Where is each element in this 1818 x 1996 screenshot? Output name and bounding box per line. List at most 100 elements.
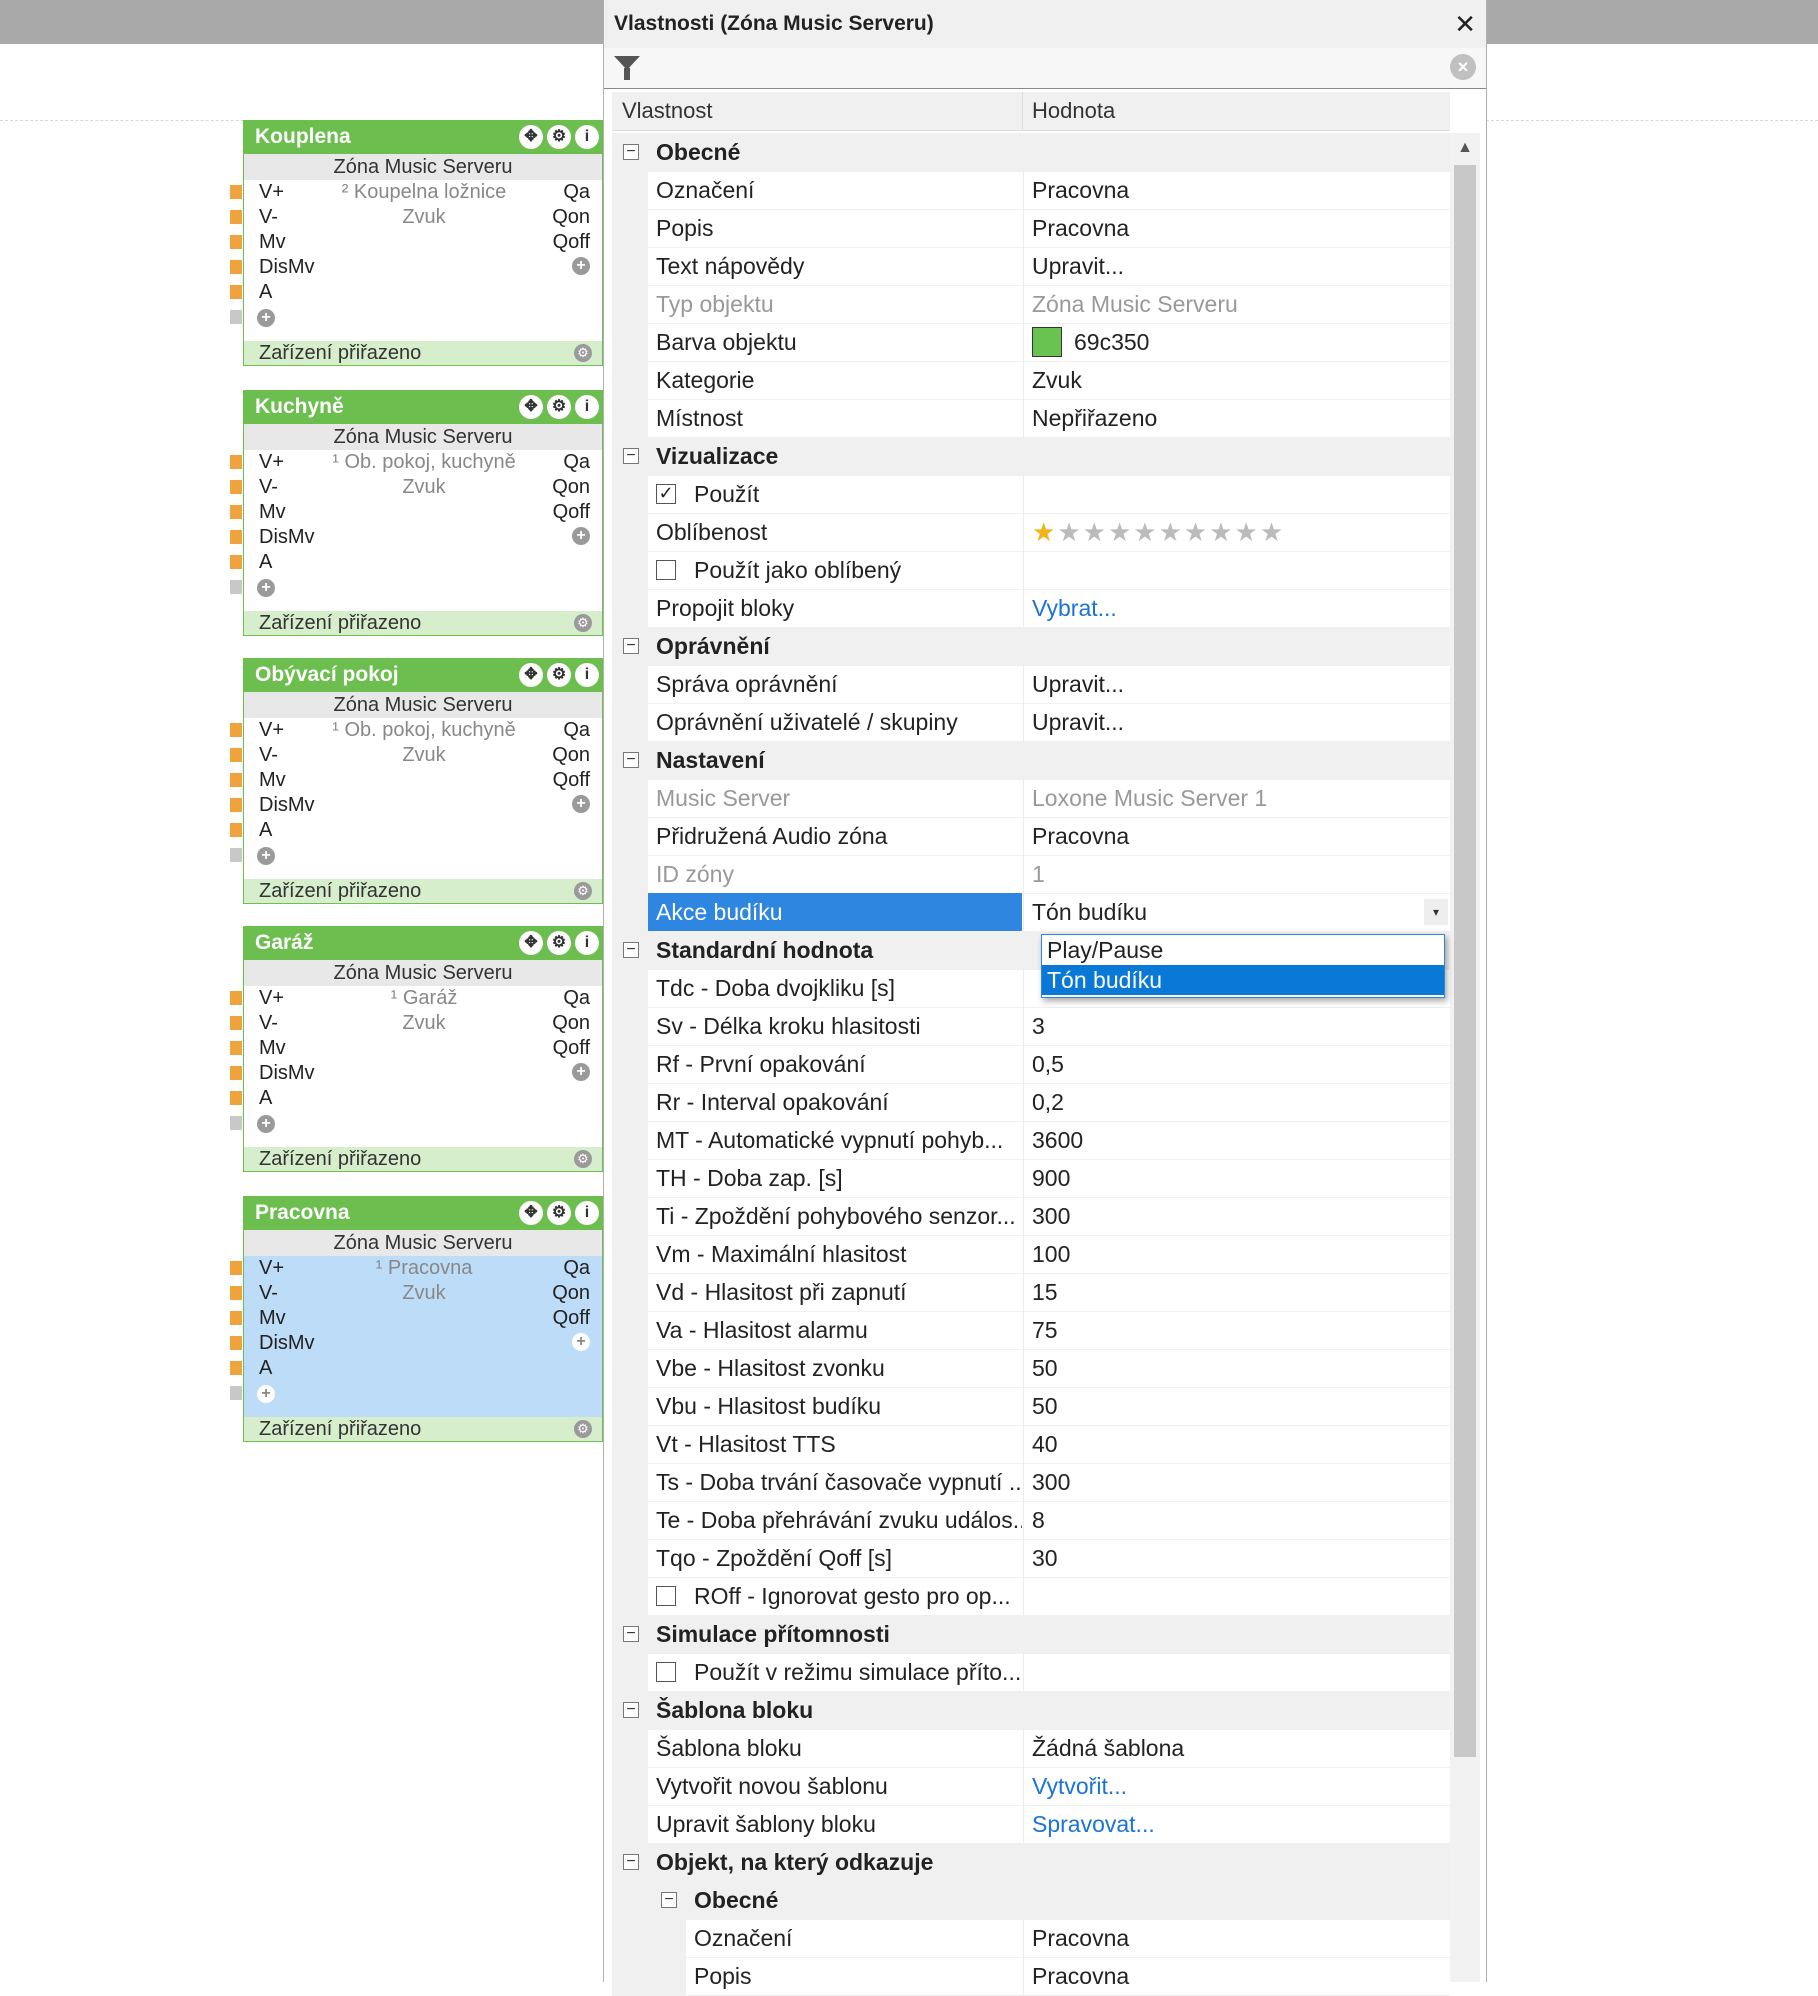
collapse-toggle-icon[interactable]: − (623, 638, 639, 654)
block-input-a[interactable]: A (259, 1356, 272, 1380)
property-value[interactable]: Vybrat... (1023, 589, 1450, 627)
block-footer[interactable]: Zařízení přiřazeno ⚙ (244, 1417, 602, 1441)
property-value[interactable] (1023, 1653, 1450, 1691)
star-icon[interactable]: ★ (1057, 517, 1082, 547)
block-input-dismv[interactable]: DisMv (259, 255, 315, 279)
property-row[interactable]: Použít v režimu simulace příto... (612, 1653, 1450, 1692)
input-connector[interactable] (230, 773, 242, 787)
block-output-qon[interactable]: Qon (552, 1281, 590, 1305)
settings-icon[interactable]: ⚙ (547, 931, 571, 955)
block-footer[interactable]: Zařízení přiřazeno ⚙ (244, 879, 602, 903)
property-row[interactable]: Popis Pracovna (612, 209, 1450, 248)
column-header-property[interactable]: Vlastnost (622, 92, 713, 130)
info-icon[interactable]: i (575, 395, 599, 419)
property-value[interactable] (1023, 551, 1450, 589)
block-input-dismv[interactable]: DisMv (259, 525, 315, 549)
function-block[interactable]: Garáž ✥ ⚙ i Zóna Music Serveru V+ V- Mv DisMv A ¹ … (230, 926, 603, 1173)
block-input-vminus[interactable]: V- (259, 205, 278, 229)
property-row[interactable]: Správa oprávnění Upravit... (612, 665, 1450, 704)
block-input-mv[interactable]: Mv (259, 768, 286, 792)
property-value[interactable]: 1 (1023, 855, 1450, 893)
input-connector[interactable] (230, 1336, 242, 1350)
property-grid-scrollbar[interactable]: ▲ (1450, 133, 1480, 1982)
property-value[interactable]: Pracovna (1023, 209, 1450, 247)
collapse-toggle-icon[interactable]: − (623, 448, 639, 464)
block-input-vplus[interactable]: V+ (259, 180, 284, 204)
block-footer[interactable]: Zařízení přiřazeno ⚙ (244, 611, 602, 635)
block-input-mv[interactable]: Mv (259, 500, 286, 524)
star-icon[interactable]: ★ (1209, 517, 1234, 547)
input-connector[interactable] (230, 185, 242, 199)
add-output-icon[interactable]: + (572, 795, 590, 813)
property-value[interactable]: Pracovna (1023, 1957, 1450, 1995)
property-value[interactable]: Nepřiřazeno (1023, 399, 1450, 437)
block-output-qon[interactable]: Qon (552, 1011, 590, 1035)
input-connector[interactable] (230, 1311, 242, 1325)
input-connector[interactable] (230, 235, 242, 249)
input-connector[interactable] (230, 260, 242, 274)
checkbox[interactable] (656, 1661, 676, 1682)
property-value[interactable]: 69c350 (1023, 323, 1450, 361)
star-icon[interactable]: ★ (1083, 517, 1108, 547)
property-value[interactable]: 8 (1023, 1501, 1450, 1539)
device-settings-icon[interactable]: ⚙ (574, 344, 592, 362)
input-connector-extra[interactable] (230, 580, 242, 594)
property-value[interactable]: 3 (1023, 1007, 1450, 1045)
block-header[interactable]: Kouplena ✥ ⚙ i (243, 120, 603, 154)
device-settings-icon[interactable]: ⚙ (574, 1420, 592, 1438)
block-output-qa[interactable]: Qa (563, 718, 590, 742)
property-row[interactable]: Označení Pracovna (612, 171, 1450, 210)
block-footer[interactable]: Zařízení přiřazeno ⚙ (244, 1147, 602, 1171)
block-input-a[interactable]: A (259, 280, 272, 304)
property-value[interactable]: 50 (1023, 1349, 1450, 1387)
property-row[interactable]: Vbu - Hlasitost budíku 50 (612, 1387, 1450, 1426)
block-input-vminus[interactable]: V- (259, 1011, 278, 1035)
scrollbar-thumb[interactable] (1454, 165, 1476, 1757)
block-input-dismv[interactable]: DisMv (259, 1331, 315, 1355)
property-value[interactable]: 30 (1023, 1539, 1450, 1577)
function-block[interactable]: Pracovna ✥ ⚙ i Zóna Music Serveru V+ V- Mv DisMv… (230, 1196, 603, 1443)
block-header[interactable]: Obývací pokoj ✥ ⚙ i (243, 658, 603, 692)
input-connector[interactable] (230, 991, 242, 1005)
property-value[interactable]: Spravovat... (1023, 1805, 1450, 1843)
property-value[interactable]: Upravit... (1023, 703, 1450, 741)
property-value[interactable]: 0,2 (1023, 1083, 1450, 1121)
block-input-vplus[interactable]: V+ (259, 986, 284, 1010)
move-icon[interactable]: ✥ (519, 931, 543, 955)
property-value[interactable]: Pracovna (1023, 1919, 1450, 1957)
close-icon[interactable]: ✕ (1454, 8, 1476, 40)
input-connector[interactable] (230, 530, 242, 544)
device-settings-icon[interactable]: ⚙ (574, 614, 592, 632)
property-row[interactable]: Vbe - Hlasitost zvonku 50 (612, 1349, 1450, 1388)
property-row[interactable]: Tqo - Zpoždění Qoff [s] 30 (612, 1539, 1450, 1578)
input-connector[interactable] (230, 1091, 242, 1105)
property-value[interactable]: Tón budíku ▾ (1023, 893, 1450, 931)
property-value[interactable]: 75 (1023, 1311, 1450, 1349)
collapse-toggle-icon[interactable]: − (623, 144, 639, 160)
collapse-toggle-icon[interactable]: − (623, 942, 639, 958)
property-row[interactable]: Oblíbenost ★★★★★★★★★★ (612, 513, 1450, 552)
property-value[interactable]: 300 (1023, 1197, 1450, 1235)
property-category[interactable]: − Obecné (612, 133, 1450, 172)
checkbox[interactable] (656, 559, 676, 580)
block-input-a[interactable]: A (259, 550, 272, 574)
block-output-qa[interactable]: Qa (563, 1256, 590, 1280)
block-output-qoff[interactable]: Qoff (553, 500, 590, 524)
checkbox[interactable] (656, 1585, 676, 1606)
input-connector-extra[interactable] (230, 310, 242, 324)
info-icon[interactable]: i (575, 663, 599, 687)
property-value[interactable] (1023, 1577, 1450, 1615)
settings-icon[interactable]: ⚙ (547, 663, 571, 687)
block-output-qon[interactable]: Qon (552, 205, 590, 229)
property-row[interactable]: Upravit šablony bloku Spravovat... (612, 1805, 1450, 1844)
add-input-icon[interactable]: + (257, 1385, 275, 1403)
block-input-a[interactable]: A (259, 818, 272, 842)
property-filter-bar[interactable]: × (604, 48, 1486, 89)
property-row[interactable]: Přidružená Audio zóna Pracovna (612, 817, 1450, 856)
settings-icon[interactable]: ⚙ (547, 395, 571, 419)
info-icon[interactable]: i (575, 125, 599, 149)
property-row[interactable]: Kategorie Zvuk (612, 361, 1450, 400)
input-connector-extra[interactable] (230, 1386, 242, 1400)
block-output-qoff[interactable]: Qoff (553, 1036, 590, 1060)
property-category[interactable]: − Simulace přítomnosti (612, 1615, 1450, 1654)
